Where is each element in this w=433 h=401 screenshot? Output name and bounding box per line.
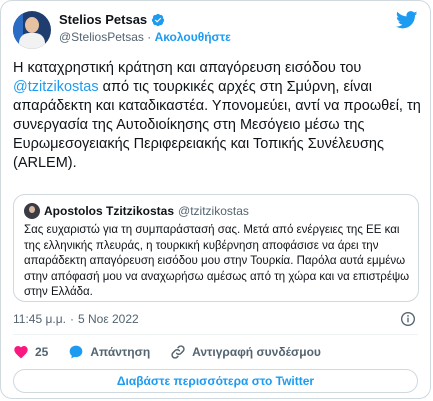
info-icon[interactable] xyxy=(400,311,416,327)
quoted-tweet[interactable]: Apostolos Tzitzikostas @tzitzikostas Σας… xyxy=(13,194,419,302)
reply-bubble-icon xyxy=(70,345,83,359)
verified-badge-icon xyxy=(152,13,165,26)
author-name[interactable]: Stelios Petsas xyxy=(59,12,147,27)
mention-link[interactable]: @tzitzikostas xyxy=(13,79,99,95)
tweet-timestamp[interactable]: 11:45 μ.μ. · 5 Νοε 2022 xyxy=(13,312,139,326)
quoted-author-avatar xyxy=(24,203,40,219)
tweet-actions: 25 Απάντηση Αντιγραφή συνδέσμου xyxy=(13,344,341,360)
like-button[interactable]: 25 xyxy=(13,344,48,360)
twitter-bird-icon[interactable] xyxy=(396,11,418,29)
quoted-tweet-text: Σας ευχαριστώ για τη συμπαράστασή σας. Μ… xyxy=(24,224,413,298)
like-count: 25 xyxy=(35,345,49,359)
follow-button[interactable]: Ακολουθήστε xyxy=(155,30,231,44)
quoted-tweet-header: Apostolos Tzitzikostas @tzitzikostas xyxy=(24,203,249,219)
timestamp-separator: · xyxy=(69,312,74,326)
quoted-author-name: Apostolos Tzitzikostas xyxy=(44,204,175,218)
author-info: Stelios Petsas @SteliosPetsas · Ακολουθή… xyxy=(59,12,231,44)
copy-link-button[interactable]: Αντιγραφή συνδέσμου xyxy=(170,344,321,360)
divider xyxy=(13,334,418,335)
author-avatar[interactable] xyxy=(13,11,51,49)
author-handle[interactable]: @SteliosPetsas xyxy=(59,30,144,44)
tweet-date: 5 Νοε 2022 xyxy=(77,312,139,326)
tweet-text: Η καταχρηστική κράτηση και απαγόρευση ει… xyxy=(13,60,425,171)
tweet-header: Stelios Petsas @SteliosPetsas · Ακολουθή… xyxy=(13,11,418,51)
handle-separator: · xyxy=(147,30,152,44)
reply-button[interactable]: Απάντηση xyxy=(68,344,150,360)
embedded-tweet-card: Stelios Petsas @SteliosPetsas · Ακολουθή… xyxy=(0,0,431,399)
heart-icon xyxy=(14,346,28,359)
tweet-time: 11:45 μ.μ. xyxy=(13,312,66,326)
read-more-button[interactable]: Διαβάστε περισσότερα στο Twitter xyxy=(13,369,418,393)
link-icon xyxy=(171,345,185,359)
quoted-author-handle: @tzitzikostas xyxy=(178,204,249,218)
copy-link-label: Αντιγραφή συνδέσμου xyxy=(192,345,321,359)
reply-label: Απάντηση xyxy=(90,345,151,359)
